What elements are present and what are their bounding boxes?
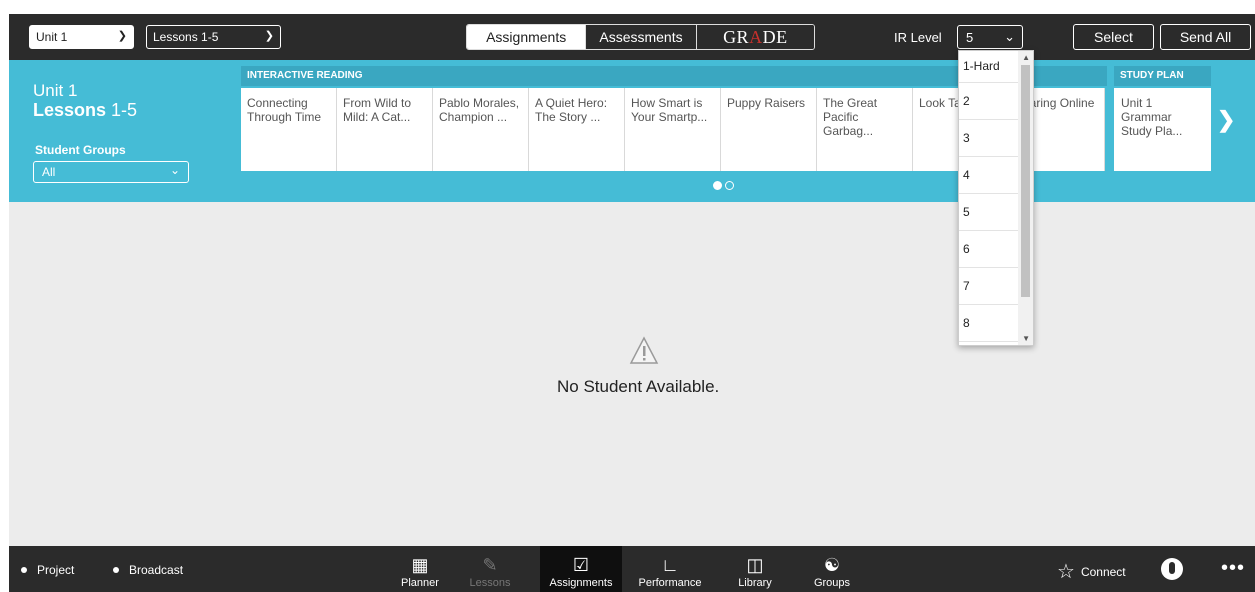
send-all-button[interactable]: Send All [1160, 24, 1251, 50]
student-groups-label: Student Groups [35, 143, 126, 157]
lessons-select[interactable]: Lessons 1-5 ❯ [146, 25, 281, 49]
lesson-card[interactable]: Pablo Morales, Champion ... [433, 88, 529, 171]
ir-option[interactable]: 2 [959, 83, 1019, 120]
student-groups-value: All [42, 165, 56, 179]
nav-lessons-label: Lessons [469, 577, 511, 589]
nav-planner-label: Planner [401, 577, 439, 589]
project-button[interactable]: Project [21, 563, 74, 577]
nav-performance-label: Performance [638, 577, 702, 589]
lessons-title: Lessons 1-5 [33, 100, 137, 121]
group-icon: ☯ [823, 555, 841, 575]
grade-logo-post: DE [762, 26, 788, 47]
broadcast-label: Broadcast [129, 563, 184, 577]
unit-select[interactable]: Unit 1 ❯ [29, 25, 134, 49]
broadcast-button[interactable]: Broadcast [113, 563, 183, 577]
empty-state-message: No Student Available. [557, 377, 720, 396]
app-window: Unit 1 ❯ Lessons 1-5 ❯ Assignments Asses… [9, 14, 1255, 592]
grade-logo-pre: GR [723, 26, 750, 47]
study-plan-header: STUDY PLAN [1114, 66, 1211, 86]
chevron-down-icon: ⌄ [1004, 29, 1015, 44]
lesson-card[interactable]: Puppy Raisers [721, 88, 817, 171]
ir-option[interactable]: 8 [959, 305, 1019, 342]
nav-assignments-label: Assignments [549, 577, 613, 589]
nav-library[interactable]: ◫ Library [727, 546, 783, 592]
dot-icon [113, 567, 119, 573]
nav-lessons[interactable]: ✎ Lessons [457, 546, 523, 592]
ir-option[interactable]: 7 [959, 268, 1019, 305]
pager-dot[interactable] [713, 181, 722, 190]
chevron-right-icon[interactable]: ❯ [1217, 107, 1235, 133]
ir-level-select[interactable]: 5 ⌄ [957, 25, 1023, 49]
connect-label: Connect [1080, 564, 1126, 579]
nav-library-label: Library [738, 577, 772, 589]
profile-icon[interactable] [1161, 558, 1183, 580]
student-groups-select[interactable]: All ⌄ [33, 161, 189, 183]
nav-performance[interactable]: ∟ Performance [629, 546, 711, 592]
chevron-down-icon: ⌄ [169, 163, 180, 177]
lessons-select-value: Lessons 1-5 [153, 30, 219, 44]
study-plan-card[interactable]: Unit 1 Grammar Study Pla... [1114, 88, 1211, 171]
calendar-icon: ▦ [411, 555, 429, 575]
star-icon: ☆ [1057, 561, 1075, 583]
chart-icon: ∟ [661, 555, 679, 575]
tab-grade[interactable]: GR A DE [695, 25, 814, 49]
nav-assignments[interactable]: ☑ Assignments [540, 546, 622, 592]
ir-option[interactable]: 4 [959, 157, 1019, 194]
dropdown-scrollbar[interactable]: ▲ ▼ [1018, 51, 1033, 345]
project-label: Project [37, 563, 75, 577]
lesson-card[interactable]: Connecting Through Time [241, 88, 337, 171]
lesson-card[interactable]: A Quiet Hero: The Story ... [529, 88, 625, 171]
select-button[interactable]: Select [1073, 24, 1154, 50]
top-toolbar: Unit 1 ❯ Lessons 1-5 ❯ Assignments Asses… [9, 14, 1255, 60]
nav-groups-label: Groups [813, 577, 851, 589]
scroll-down-icon[interactable]: ▼ [1022, 334, 1030, 343]
lesson-card[interactable]: From Wild to Mild: A Cat... [337, 88, 433, 171]
book-icon: ◫ [746, 555, 764, 575]
ir-level-value: 5 [966, 30, 974, 45]
connect-button[interactable]: ☆ Connect [1057, 559, 1126, 584]
dot-icon [21, 567, 27, 573]
tab-assessments[interactable]: Assessments [585, 25, 696, 49]
unit-title: Unit 1 [33, 81, 78, 100]
grade-logo-accent: A [749, 26, 763, 47]
bottom-navbar: Project Broadcast ▦ Planner ✎ Lessons ☑ … [9, 546, 1255, 592]
chevron-down-icon: ❯ [117, 30, 127, 42]
chevron-down-icon: ❯ [264, 30, 274, 42]
more-icon[interactable]: ••• [1221, 557, 1245, 580]
view-tabs: Assignments Assessments GR A DE [466, 24, 815, 50]
ir-option[interactable]: 1-Hard [959, 51, 1019, 83]
scrollbar-thumb[interactable] [1021, 65, 1030, 297]
lesson-card[interactable]: How Smart is Your Smartp... [625, 88, 721, 171]
warning-icon [629, 336, 659, 364]
lesson-card[interactable]: The Great Pacific Garbag... [817, 88, 913, 171]
unit-banner: Unit 1 Lessons 1-5 Student Groups All ⌄ … [9, 60, 1255, 202]
pager-dot[interactable] [725, 181, 734, 190]
lessons-range: 1-5 [111, 100, 138, 120]
nav-planner[interactable]: ▦ Planner [389, 546, 451, 592]
ir-option[interactable]: 3 [959, 120, 1019, 157]
checkbox-icon: ☑ [572, 555, 590, 575]
lessons-word: Lessons [33, 100, 107, 120]
scroll-up-icon[interactable]: ▲ [1022, 53, 1030, 62]
ir-level-label: IR Level [894, 30, 942, 45]
ir-option[interactable]: 5 [959, 194, 1019, 231]
carousel-pager [713, 181, 734, 190]
ir-level-dropdown: 1-Hard 2 3 4 5 6 7 8 ▲ ▼ [958, 50, 1034, 346]
ir-option[interactable]: 6 [959, 231, 1019, 268]
unit-select-value: Unit 1 [36, 30, 68, 44]
edit-icon: ✎ [482, 555, 498, 575]
tab-assignments[interactable]: Assignments [467, 25, 586, 49]
nav-groups[interactable]: ☯ Groups [804, 546, 860, 592]
